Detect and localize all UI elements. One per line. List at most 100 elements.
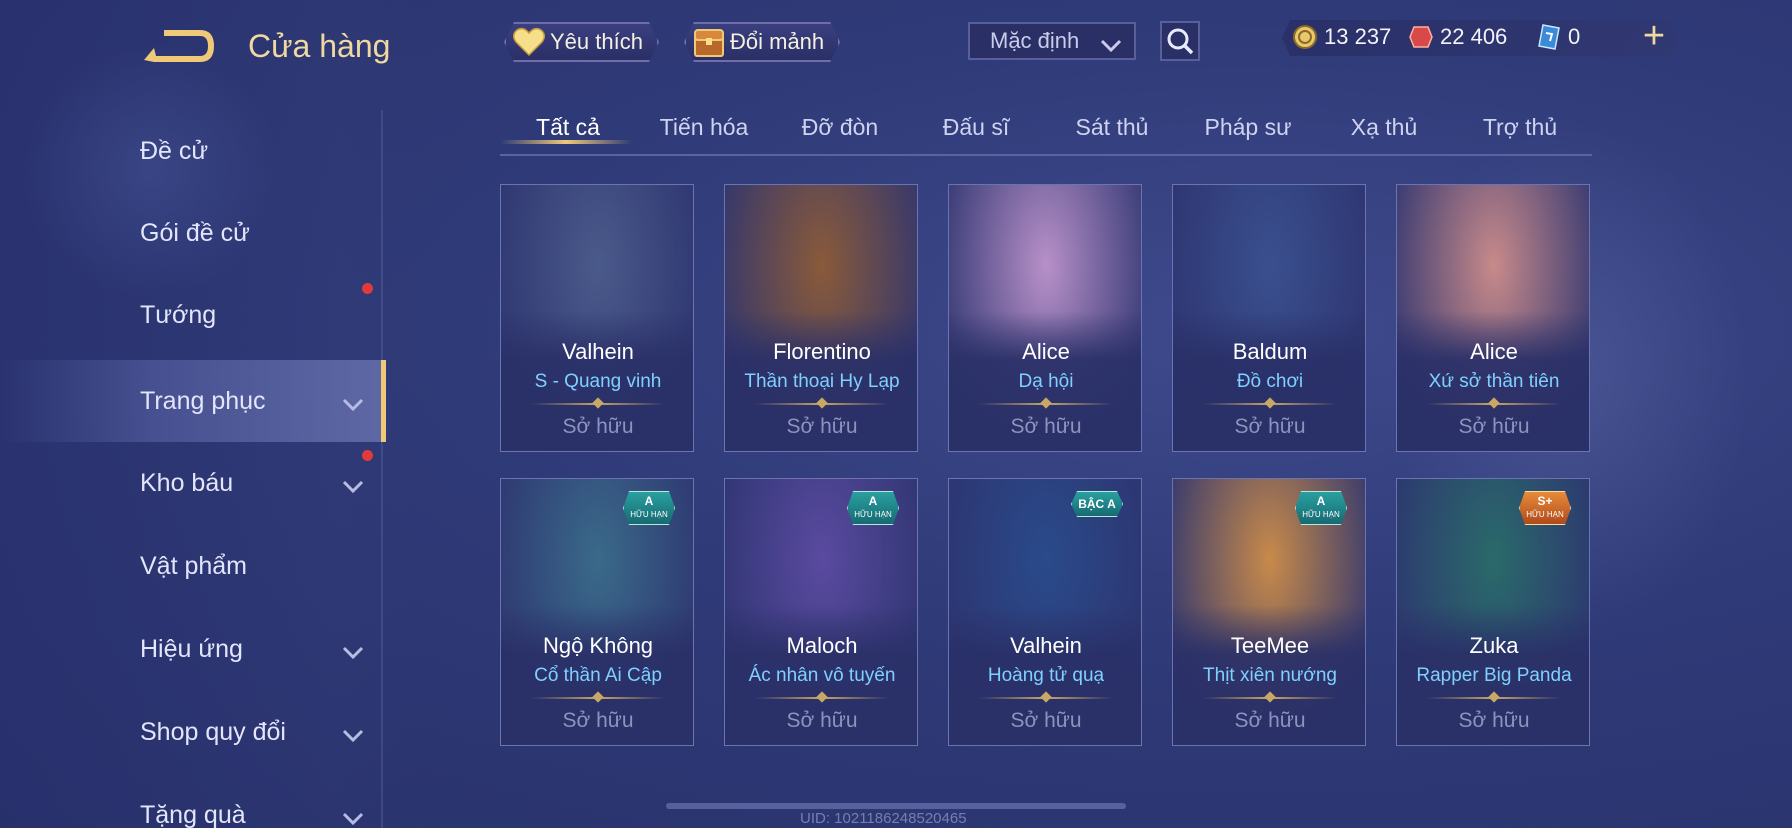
ownership-status: Sở hữu <box>1234 415 1306 438</box>
chevron-down-icon <box>342 804 364 828</box>
ownership-status: Sở hữu <box>1234 709 1306 732</box>
rank-badge-grade: A <box>1316 494 1326 508</box>
tab-tank[interactable]: Đỡ đòn <box>772 114 908 141</box>
chevron-down-icon <box>1100 33 1122 59</box>
skin-name: Thần thoại Hy Lạp <box>744 371 900 392</box>
favorite-label: Yêu thích <box>550 29 643 54</box>
tab-assassin[interactable]: Sát thủ <box>1044 114 1180 141</box>
rank-badge-grade: A <box>868 494 878 508</box>
sidebar-item-label: Kho báu <box>140 468 234 497</box>
hero-name: Baldum <box>1232 339 1308 364</box>
sidebar-item-label: Tướng <box>140 300 217 329</box>
card-icon <box>1536 24 1562 50</box>
skin-card[interactable]: Baldum Đồ chơi Sở hữu <box>1172 184 1366 452</box>
tab-label: Sát thủ <box>1075 114 1149 140</box>
chevron-down-icon <box>342 472 364 501</box>
sidebar-item-label: Tặng quà <box>140 800 246 828</box>
card-balance: 0 <box>1536 24 1580 50</box>
active-tab-indicator <box>500 140 632 144</box>
treasure-chest-icon <box>692 25 726 59</box>
tab-label: Tiến hóa <box>659 114 749 140</box>
skin-card[interactable]: A HỮU HẠN TeeMee Thịt xiên nướng Sở hữu <box>1172 478 1366 746</box>
sidebar-item-treasure[interactable]: Kho báu <box>0 442 386 524</box>
exchange-label: Đổi mảnh <box>730 29 825 54</box>
add-currency-button[interactable]: + <box>1636 17 1672 55</box>
tab-mage[interactable]: Pháp sư <box>1180 114 1316 141</box>
skin-card[interactable]: Alice Dạ hội Sở hữu <box>948 184 1142 452</box>
card-divider <box>1203 697 1337 699</box>
heart-icon <box>512 25 546 59</box>
hero-name: Ngộ Không <box>542 633 654 658</box>
ownership-status: Sở hữu <box>786 709 858 732</box>
card-divider <box>531 403 665 405</box>
skin-card[interactable]: A HỮU HẠN Ngộ Không Cổ thần Ai Cập Sở hữu <box>500 478 694 746</box>
scrollbar[interactable] <box>666 803 1126 809</box>
skin-card[interactable]: BẬC A Valhein Hoàng tử quạ Sở hữu <box>948 478 1142 746</box>
skin-name: S - Quang vinh <box>534 371 662 392</box>
rank-badge-limited: HỮU HẠN <box>1302 510 1340 519</box>
tab-support[interactable]: Trợ thủ <box>1452 114 1588 141</box>
skin-name: Cổ thần Ai Cập <box>534 665 662 686</box>
sidebar-item-recommended-packs[interactable]: Gói đề cử <box>0 192 386 294</box>
favorite-button[interactable]: Yêu thích <box>504 22 659 62</box>
sidebar-item-exchange-shop[interactable]: Shop quy đổi <box>0 691 386 773</box>
sidebar-item-label: Shop quy đổi <box>140 717 286 746</box>
ownership-status: Sở hữu <box>786 415 858 438</box>
card-divider <box>979 697 1113 699</box>
ownership-status: Sở hữu <box>562 709 634 732</box>
gold-coin-icon <box>1292 24 1318 50</box>
card-divider <box>1203 403 1337 405</box>
sidebar-item-gifts[interactable]: Tặng quà <box>0 774 386 828</box>
back-arrow-icon <box>144 30 214 62</box>
card-divider <box>1427 697 1561 699</box>
search-button[interactable] <box>1160 21 1200 61</box>
tab-all[interactable]: Tất cả <box>500 114 636 144</box>
skin-name: Đồ chơi <box>1236 371 1304 392</box>
back-button[interactable] <box>142 26 214 66</box>
skin-name: Ác nhân vô tuyến <box>748 665 896 686</box>
ownership-status: Sở hữu <box>562 415 634 438</box>
tab-label: Trợ thủ <box>1482 114 1558 140</box>
voucher-balance: 22 406 <box>1408 24 1507 50</box>
tab-marksman[interactable]: Xạ thủ <box>1316 114 1452 141</box>
sidebar-item-heroes[interactable]: Tướng <box>0 274 386 356</box>
skin-card[interactable]: Valhein S - Quang vinh Sở hữu <box>500 184 694 452</box>
skin-card[interactable]: Florentino Thần thoại Hy Lạp Sở hữu <box>724 184 918 452</box>
sidebar-item-recommended[interactable]: Đề cử <box>0 110 386 192</box>
hero-name: Valhein <box>562 339 634 364</box>
skin-card[interactable]: A HỮU HẠN Maloch Ác nhân vô tuyến Sở hữu <box>724 478 918 746</box>
sidebar-item-label: Hiệu ứng <box>140 634 243 663</box>
rank-badge-grade: S+ <box>1537 494 1553 508</box>
exchange-shards-button[interactable]: Đổi mảnh <box>684 22 840 62</box>
tab-fighter[interactable]: Đấu sĩ <box>908 114 1044 141</box>
ownership-status: Sở hữu <box>1010 709 1082 732</box>
rank-badge: BẬC A <box>1071 491 1123 517</box>
hero-name: Zuka <box>1469 633 1519 658</box>
sidebar-item-label: Vật phẩm <box>140 551 248 580</box>
role-tabs: Tất cả Tiến hóa Đỡ đòn Đấu sĩ Sát thủ Ph… <box>500 104 1592 156</box>
chevron-down-icon <box>342 638 364 667</box>
card-amount: 0 <box>1568 24 1581 49</box>
skin-card[interactable]: S+ HỮU HẠN Zuka Rapper Big Panda Sở hữu <box>1396 478 1590 746</box>
card-divider <box>531 697 665 699</box>
tab-evolution[interactable]: Tiến hóa <box>636 114 772 141</box>
hero-name: Alice <box>1470 339 1518 364</box>
sidebar-item-label: Gói đề cử <box>140 218 250 247</box>
sidebar-item-label: Đề cử <box>140 136 209 165</box>
sidebar-item-items[interactable]: Vật phẩm <box>0 525 386 607</box>
sort-value: Mặc định <box>990 28 1080 53</box>
skin-card[interactable]: Alice Xứ sở thần tiên Sở hữu <box>1396 184 1590 452</box>
rank-badge-limited: HỮU HẠN <box>1526 510 1564 519</box>
rank-badge: S+ HỮU HẠN <box>1519 491 1571 525</box>
sidebar-item-skins[interactable]: Trang phục <box>0 360 386 442</box>
sort-dropdown[interactable]: Mặc định <box>968 22 1136 60</box>
hero-name: Maloch <box>786 633 858 658</box>
hero-name: Alice <box>1022 339 1070 364</box>
skin-name: Dạ hội <box>1018 371 1074 392</box>
rank-badge-limited: HỮU HẠN <box>854 510 892 519</box>
sidebar-item-effects[interactable]: Hiệu ứng <box>0 608 386 690</box>
chevron-down-icon <box>342 390 364 419</box>
voucher-gem-icon <box>1408 24 1434 50</box>
skin-name: Xứ sở thần tiên <box>1428 371 1560 392</box>
rank-badge: A HỮU HẠN <box>847 491 899 525</box>
